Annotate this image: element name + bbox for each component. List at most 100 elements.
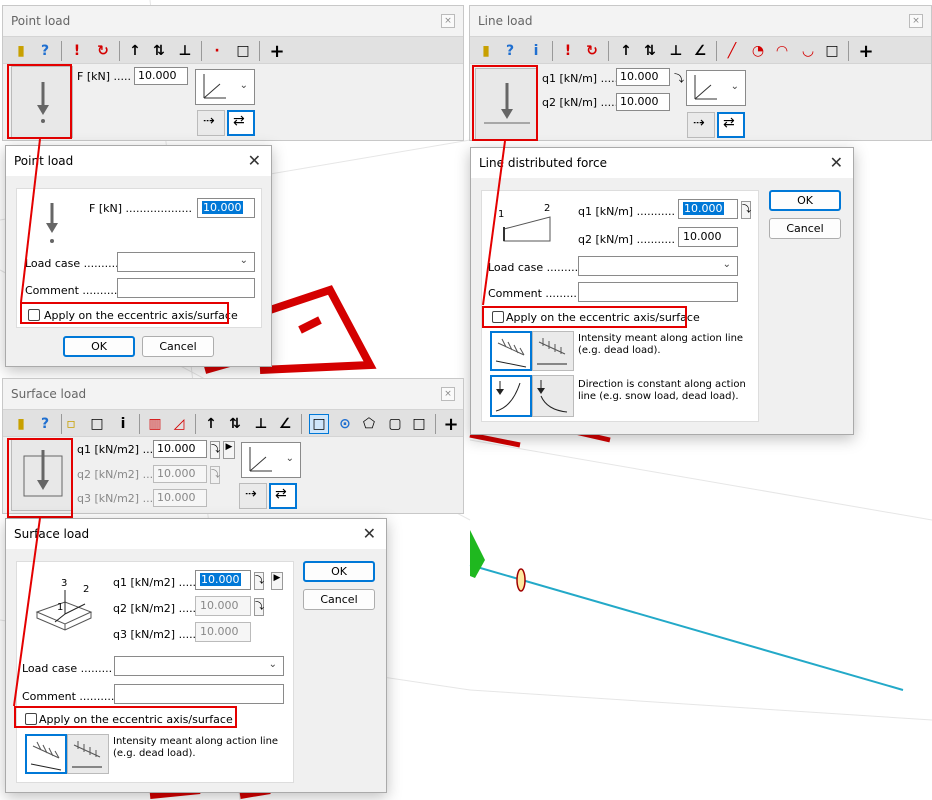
square-icon[interactable]: □ xyxy=(409,414,429,434)
info-icon[interactable]: i xyxy=(113,414,133,434)
force-icon[interactable]: ! xyxy=(558,41,578,61)
pick-load-icon[interactable]: ▮ xyxy=(11,41,31,61)
link-icon[interactable]: ⤵ xyxy=(254,572,264,590)
q3-input[interactable]: 10.000 xyxy=(195,622,251,642)
moment-icon[interactable]: ↻ xyxy=(582,41,602,61)
q1-input[interactable]: 10.000 xyxy=(616,68,670,86)
q1-input[interactable]: 10.000 xyxy=(195,570,251,590)
local-direction-button[interactable]: ⇄ xyxy=(227,110,255,136)
global-direction-button[interactable]: ⇢ xyxy=(197,110,225,136)
arc-icon[interactable]: ◔ xyxy=(748,41,768,61)
square-2-icon[interactable]: ▢ xyxy=(385,414,405,434)
global-direction-button[interactable]: ⇢ xyxy=(239,483,267,509)
node-icon[interactable]: · xyxy=(207,41,227,61)
add-icon[interactable]: + xyxy=(856,41,876,62)
angle-icon[interactable]: ∠ xyxy=(690,41,710,61)
f-input[interactable]: 10.000 xyxy=(197,198,255,218)
triangle-load-icon[interactable]: ◿ xyxy=(169,414,189,434)
q2-input[interactable]: 10.000 xyxy=(616,93,670,111)
loadcase-select[interactable]: ⌄ xyxy=(117,252,255,272)
loadcase-select[interactable]: ⌄ xyxy=(114,656,284,676)
close-icon[interactable]: ✕ xyxy=(830,153,843,172)
comment-input[interactable] xyxy=(114,684,284,704)
distributed-icon[interactable]: ▥ xyxy=(145,414,165,434)
square-icon[interactable]: □ xyxy=(87,414,107,434)
link-2-icon[interactable]: ⤵ xyxy=(210,466,220,484)
local-direction-button[interactable]: ⇄ xyxy=(717,112,745,138)
rectangle-icon[interactable]: □ xyxy=(309,414,329,434)
q2-input[interactable]: 10.000 xyxy=(153,465,207,483)
close-button[interactable]: × xyxy=(441,14,455,28)
polygon-icon[interactable]: ⬠ xyxy=(359,414,379,434)
f-input[interactable]: 10.000 xyxy=(134,67,188,85)
perpendicular-icon[interactable]: ⊥ xyxy=(175,41,195,61)
link-icon[interactable]: ⤵ xyxy=(210,441,220,459)
node-1-label: 1 xyxy=(498,209,505,220)
cancel-button[interactable]: Cancel xyxy=(303,589,375,610)
intensity-along-button[interactable] xyxy=(25,734,67,774)
q1-input[interactable]: 10.000 xyxy=(678,199,738,219)
q1-input[interactable]: 10.000 xyxy=(153,440,207,458)
direction-local-button[interactable] xyxy=(532,375,574,417)
square-icon[interactable]: □ xyxy=(822,41,842,61)
loadcase-select[interactable]: ⌄ xyxy=(578,256,738,276)
comment-input[interactable] xyxy=(578,282,738,302)
coordinate-system-select[interactable]: ⌄ xyxy=(686,70,746,106)
double-arrow-icon[interactable]: ⇅ xyxy=(225,414,245,434)
direction-up-icon[interactable]: ↑ xyxy=(201,414,221,434)
expand-icon[interactable]: ▶ xyxy=(223,441,235,459)
moment-icon[interactable]: ↻ xyxy=(93,41,113,61)
link-2-icon[interactable]: ⤵ xyxy=(254,598,264,616)
surface-icon[interactable]: ▫ xyxy=(61,414,81,434)
add-icon[interactable]: + xyxy=(267,41,287,62)
circle-icon[interactable]: ⊙ xyxy=(335,414,355,434)
local-direction-button[interactable]: ⇄ xyxy=(269,483,297,509)
intensity-along-button[interactable] xyxy=(490,331,532,371)
cancel-button[interactable]: Cancel xyxy=(142,336,214,357)
arc-3-icon[interactable]: ◡ xyxy=(798,41,818,61)
direction-constant-button[interactable] xyxy=(490,375,532,417)
perpendicular-icon[interactable]: ⊥ xyxy=(666,41,686,61)
force-icon[interactable]: ! xyxy=(67,41,87,61)
close-icon[interactable]: ✕ xyxy=(248,151,261,170)
intensity-projected-button[interactable] xyxy=(532,331,574,371)
close-button[interactable]: × xyxy=(909,14,923,28)
angle-icon[interactable]: ∠ xyxy=(275,414,295,434)
link-icon[interactable]: ⤵ xyxy=(674,70,684,86)
q2-input[interactable]: 10.000 xyxy=(195,596,251,616)
close-button[interactable]: × xyxy=(441,387,455,401)
panel-title: Surface load xyxy=(3,379,463,409)
close-icon[interactable]: ✕ xyxy=(363,524,376,543)
info-icon[interactable]: i xyxy=(526,41,546,61)
pick-load-icon[interactable]: ▮ xyxy=(476,41,496,61)
help-icon[interactable]: ? xyxy=(35,414,55,434)
help-icon[interactable]: ? xyxy=(35,41,55,61)
help-icon[interactable]: ? xyxy=(500,41,520,61)
double-arrow-icon[interactable]: ⇅ xyxy=(149,41,169,61)
direction-up-icon[interactable]: ↑ xyxy=(616,41,636,61)
double-arrow-icon[interactable]: ⇅ xyxy=(640,41,660,61)
expand-icon[interactable]: ▶ xyxy=(271,572,283,590)
ok-button[interactable]: OK xyxy=(63,336,135,357)
curved-arrow-icon xyxy=(495,381,521,412)
add-icon[interactable]: + xyxy=(441,414,461,435)
comment-input[interactable] xyxy=(117,278,255,298)
link-icon[interactable]: ⤵ xyxy=(741,201,751,219)
q2-input[interactable]: 10.000 xyxy=(678,227,738,247)
perpendicular-icon[interactable]: ⊥ xyxy=(251,414,271,434)
ok-button[interactable]: OK xyxy=(303,561,375,582)
intensity-projected-button[interactable] xyxy=(67,734,109,774)
ok-button[interactable]: OK xyxy=(769,190,841,211)
square-icon[interactable]: □ xyxy=(233,41,253,61)
coordinate-system-select[interactable]: ⌄ xyxy=(195,69,255,105)
cancel-button[interactable]: Cancel xyxy=(769,218,841,239)
direction-up-icon[interactable]: ↑ xyxy=(125,41,145,61)
line-icon[interactable]: ╱ xyxy=(722,41,742,61)
comment-label: Comment ........... xyxy=(22,690,118,703)
pick-load-icon[interactable]: ▮ xyxy=(11,414,31,434)
global-direction-button[interactable]: ⇢ xyxy=(687,112,715,138)
dialog-title: Surface load xyxy=(6,519,386,549)
q3-input[interactable]: 10.000 xyxy=(153,489,207,507)
arc-2-icon[interactable]: ◠ xyxy=(772,41,792,61)
coordinate-system-select[interactable]: ⌄ xyxy=(241,442,301,478)
